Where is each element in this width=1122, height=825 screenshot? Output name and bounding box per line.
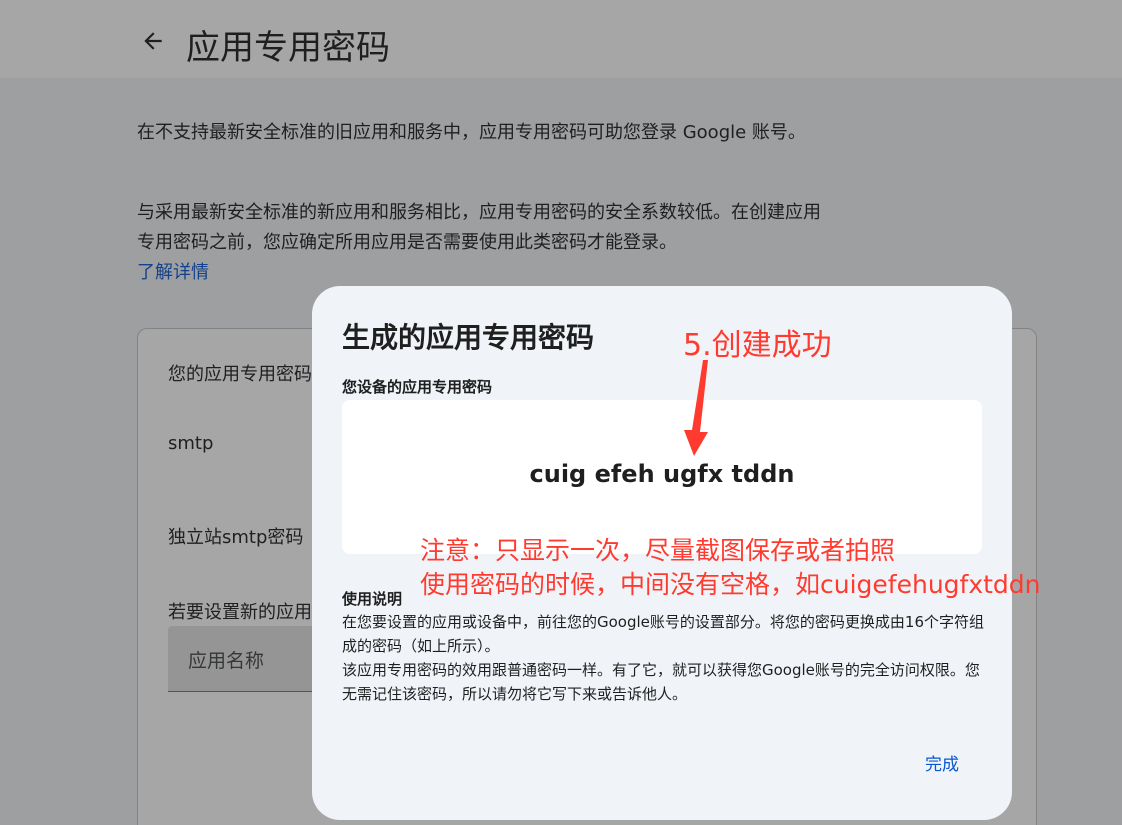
done-button[interactable]: 完成 [912,748,972,782]
usage-paragraph-1: 在您要设置的应用或设备中，前往您的Google账号的设置部分。将您的密码更换成由… [342,613,984,655]
annotation-arrow-icon [684,360,708,456]
dialog-subtitle: 您设备的应用专用密码 [342,378,493,396]
usage-paragraph-2: 该应用专用密码的效用跟普通密码一样。有了它，就可以获得您Google账号的完全访… [342,661,980,703]
usage-instructions: 在您要设置的应用或设备中，前往您的Google账号的设置部分。将您的密码更换成由… [342,610,987,706]
note-annotation: 注意：只显示一次，尽量截图保存或者拍照 使用密码的时候，中间没有空格，如cuig… [420,534,1110,602]
note-line-2: 使用密码的时候，中间没有空格，如cuigefehugfxtddn [420,570,1041,599]
note-line-1: 注意：只显示一次，尽量截图保存或者拍照 [420,536,896,565]
dialog-title: 生成的应用专用密码 [342,321,595,354]
generated-password[interactable]: cuig efeh ugfx tddn [342,460,982,488]
usage-title: 使用说明 [342,590,403,608]
